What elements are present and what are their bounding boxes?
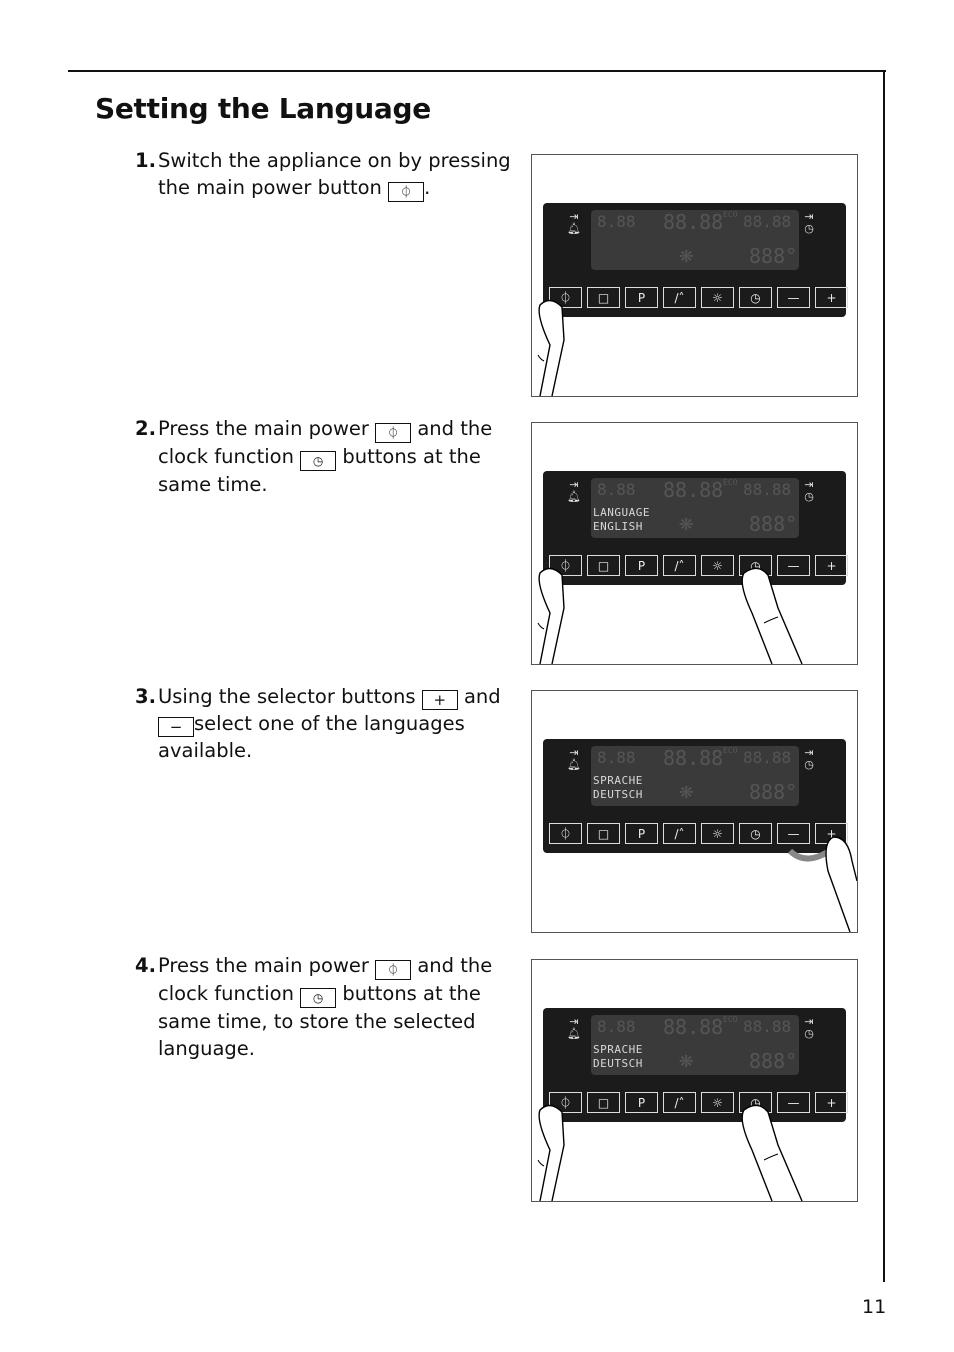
page-number: 11 xyxy=(862,1296,887,1318)
figure-3: ⇥ 🔔︎ ⇥ ◷ 8.88 88.88 ECO 88.88 888° ❋ SPRACHE DEUTSC… xyxy=(531,690,858,933)
step-text: Using the selector buttons xyxy=(158,685,416,708)
figure-2: ⇥ 🔔︎ ⇥ ◷ 8.88 88.88 ECO 88.88 888° ❋ LANGUAGE ENGLI… xyxy=(531,422,858,665)
step-number: 2. xyxy=(135,417,156,440)
figure-4: ⇥ 🔔︎ ⇥ ◷ 8.88 88.88 ECO 88.88 888° ❋ SPRACHE DEUTSC… xyxy=(531,959,858,1202)
clock-icon: ◷ xyxy=(300,988,337,1008)
figure-1: ⇥ 🔔︎ ⇥ ◷ 8.88 88.88 ECO 88.88 888° ❋ ⏀ □ P/˄ ☼ ◷ — + xyxy=(531,154,858,397)
finger-icon xyxy=(537,299,565,396)
clock-icon: ◷ xyxy=(300,451,337,471)
step-text: Press the main power xyxy=(158,954,369,977)
right-margin-rule xyxy=(883,70,885,1282)
hand-illustration xyxy=(787,836,857,932)
rotate-arrow-icon xyxy=(787,836,857,932)
power-icon: ⏀ xyxy=(375,423,412,443)
hand-illustration xyxy=(537,299,565,396)
top-rule xyxy=(68,70,886,72)
power-icon: ⏀ xyxy=(375,960,412,980)
step-text: select one of the languages available. xyxy=(158,712,465,762)
step-text: . xyxy=(424,176,431,199)
hand-illustration xyxy=(537,567,803,664)
step-text: and xyxy=(463,685,501,708)
finger-icon xyxy=(741,567,803,664)
page-title: Setting the Language xyxy=(95,92,431,125)
finger-icon xyxy=(537,1104,565,1201)
hand-illustration xyxy=(537,1104,803,1201)
finger-icon xyxy=(537,567,565,664)
step-1: 1. Switch the appliance on by pressing t… xyxy=(135,147,515,202)
plus-icon: + xyxy=(421,690,458,710)
step-3: 3. Using the selector buttons + and − sel… xyxy=(135,683,515,764)
power-icon: ⏀ xyxy=(388,182,425,202)
step-number: 1. xyxy=(135,149,156,172)
step-text: Switch the appliance on by pressing the … xyxy=(158,149,511,199)
step-number: 4. xyxy=(135,954,156,977)
finger-icon xyxy=(741,1104,803,1201)
step-number: 3. xyxy=(135,685,156,708)
step-4: 4. Press the main power ⏀ and the clock … xyxy=(135,952,515,1062)
step-2: 2. Press the main power ⏀ and the clock … xyxy=(135,415,515,498)
minus-icon: − xyxy=(158,717,194,737)
step-text: Press the main power xyxy=(158,417,369,440)
